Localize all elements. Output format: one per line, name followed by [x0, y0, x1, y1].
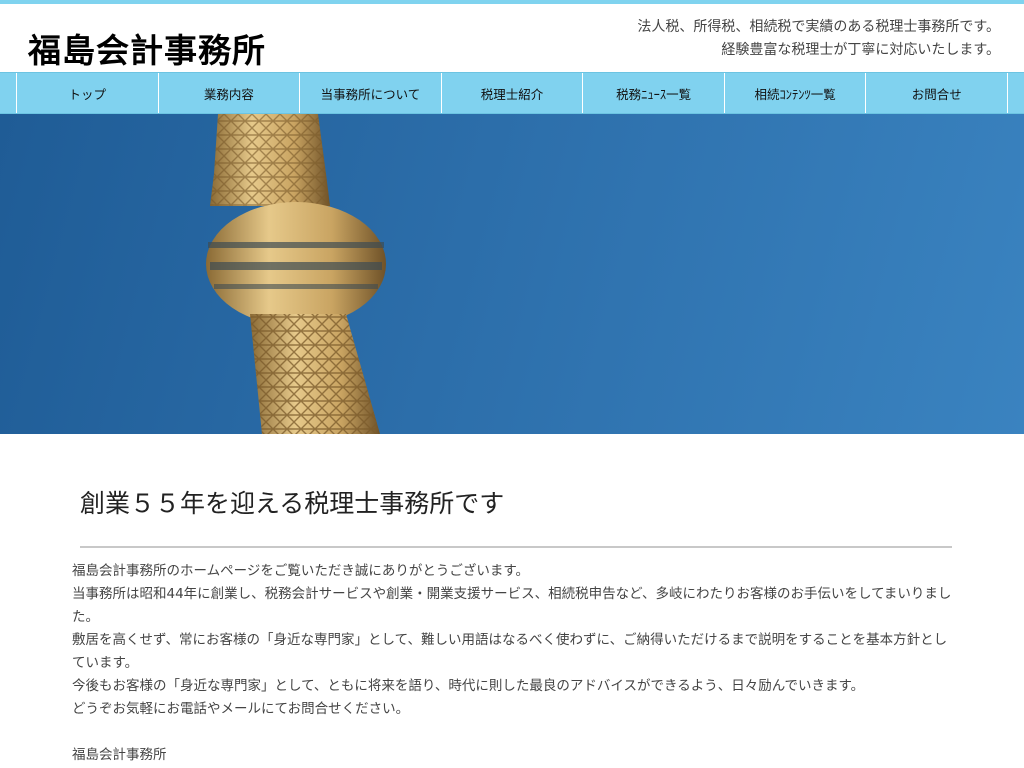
intro-paragraph-1: 福島会計事務所のホームページをご覧いただき誠にありがとうございます。 — [72, 563, 529, 579]
tagline-line-1: 法人税、所得税、相続税で実績のある税理士事務所です。 — [637, 19, 1000, 35]
signature: 福島会計事務所 — [72, 747, 167, 763]
hero-image — [0, 114, 1024, 434]
nav-item-about[interactable]: 当事務所について — [299, 73, 441, 113]
nav-item-inheritance[interactable]: 相続ｺﾝﾃﾝﾂ一覧 — [723, 73, 866, 113]
intro-text: 福島会計事務所のホームページをご覧いただき誠にありがとうございます。 当事務所は… — [72, 560, 952, 721]
tagline-line-2: 経験豊富な税理士が丁寧に対応いたします。 — [721, 42, 1000, 58]
main-nav: トップ 業務内容 当事務所について 税理士紹介 税務ﾆｭｰｽ一覧 相続ｺﾝﾃﾝﾂ… — [0, 72, 1024, 114]
nav-item-services[interactable]: 業務内容 — [157, 73, 300, 113]
tower-illustration — [206, 114, 386, 434]
site-header: 福島会計事務所 法人税、所得税、相続税で実績のある税理士事務所です。 経験豊富な… — [0, 4, 1024, 72]
site-title[interactable]: 福島会計事務所 — [28, 24, 266, 72]
main-content: 創業５５年を迎える税理士事務所です 福島会計事務所のホームページをご覧いただき誠… — [0, 434, 1024, 767]
page-heading: 創業５５年を迎える税理士事務所です — [80, 484, 952, 548]
intro-paragraph-3: 敷居を高くせず、常にお客様の「身近な専門家」として、難しい用語はなるべく使わずに… — [72, 632, 948, 671]
nav-item-contact[interactable]: お問合せ — [865, 73, 1009, 113]
tagline: 法人税、所得税、相続税で実績のある税理士事務所です。 経験豊富な税理士が丁寧に対… — [637, 16, 1000, 62]
nav-item-tax-news[interactable]: 税務ﾆｭｰｽ一覧 — [582, 73, 724, 113]
nav-item-staff[interactable]: 税理士紹介 — [440, 73, 583, 113]
intro-paragraph-4: 今後もお客様の「身近な専門家」として、ともに将来を語り、時代に則した最良のアドバ… — [72, 678, 865, 694]
intro-paragraph-2: 当事務所は昭和44年に創業し、税務会計サービスや創業・開業支援サービス、相続税申… — [72, 586, 952, 625]
nav-item-top[interactable]: トップ — [16, 73, 158, 113]
intro-paragraph-5: どうぞお気軽にお電話やメールにてお問合せください。 — [72, 701, 410, 717]
